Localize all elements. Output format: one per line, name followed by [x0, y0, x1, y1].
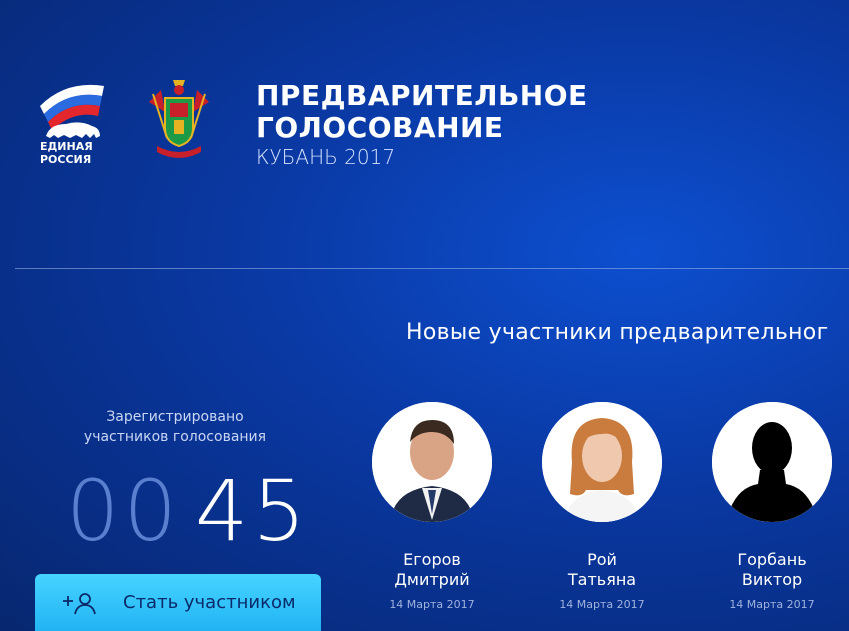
divider	[15, 268, 849, 269]
participant-last-name: Рой	[587, 550, 617, 569]
participant-first-name: Татьяна	[567, 570, 637, 589]
participant-name[interactable]: Горбань Виктор	[707, 550, 837, 590]
avatar[interactable]	[542, 402, 662, 522]
page-title: ПРЕДВАРИТЕЛЬНОЕ ГОЛОСОВАНИЕ КУБАНЬ 2017	[256, 80, 588, 170]
avatar[interactable]	[712, 402, 832, 522]
participant-last-name: Горбань	[737, 550, 807, 569]
become-participant-label: Стать участником	[123, 592, 296, 613]
participant-name[interactable]: Рой Татьяна	[537, 550, 667, 590]
become-participant-button[interactable]: Стать участником	[35, 574, 321, 631]
coat-of-arms	[143, 76, 215, 164]
participant-first-name: Дмитрий	[394, 570, 470, 589]
participant-name[interactable]: Егоров Дмитрий	[367, 550, 497, 590]
participant-photo-female	[542, 402, 662, 522]
title-line2: ГОЛОСОВАНИЕ	[256, 111, 504, 144]
participant-card[interactable]: Рой Татьяна 14 Марта 2017	[537, 402, 667, 611]
participant-photo-male	[372, 402, 492, 522]
coat-of-arms-icon	[149, 80, 209, 158]
counter-value: 45	[194, 462, 310, 560]
registration-label-line2: участников голосования	[83, 429, 267, 445]
participant-last-name: Егоров	[403, 550, 461, 569]
participant-card[interactable]: Горбань Виктор 14 Марта 2017	[707, 402, 837, 611]
party-logo-text-line1: ЕДИНАЯ	[40, 140, 93, 153]
participant-date: 14 Марта 2017	[389, 598, 475, 611]
counter-leading-zeros: 00	[66, 462, 181, 560]
section-title: Новые участники предварительног	[406, 320, 829, 345]
participant-date: 14 Марта 2017	[729, 598, 815, 611]
registration-counter: 00 45	[66, 466, 310, 556]
avatar[interactable]	[372, 402, 492, 522]
party-logo: ЕДИНАЯ РОССИЯ	[36, 78, 108, 168]
participant-first-name: Виктор	[741, 570, 803, 589]
title-line1: ПРЕДВАРИТЕЛЬНОЕ	[256, 79, 588, 112]
party-logo-text-line2: РОССИЯ	[40, 153, 92, 166]
registration-label: Зарегистрировано участников голосования	[60, 407, 290, 447]
participant-date: 14 Марта 2017	[559, 598, 645, 611]
add-user-icon	[63, 592, 96, 614]
subtitle: КУБАНЬ 2017	[256, 145, 396, 169]
avatar-silhouette-icon	[712, 402, 832, 522]
participant-card[interactable]: Егоров Дмитрий 14 Марта 2017	[367, 402, 497, 611]
registration-label-line1: Зарегистрировано	[106, 409, 244, 425]
